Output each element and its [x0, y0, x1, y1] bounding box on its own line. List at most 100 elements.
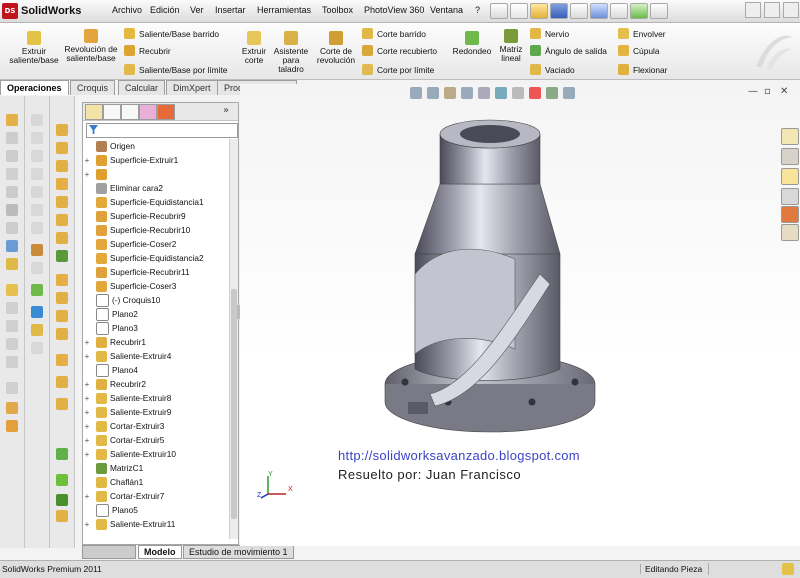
- minimize-icon[interactable]: [745, 2, 761, 18]
- tree-item[interactable]: (-) Croquis10: [83, 293, 160, 307]
- tool-icon[interactable]: [56, 250, 68, 262]
- tree-item[interactable]: + Recubrir2: [83, 377, 146, 391]
- rebuild-icon[interactable]: [630, 3, 648, 19]
- custom-properties-icon[interactable]: [781, 224, 799, 241]
- expand-icon[interactable]: +: [83, 422, 91, 431]
- open-folder-icon[interactable]: [530, 3, 548, 19]
- flex-button[interactable]: Flexionar: [618, 64, 667, 75]
- tree-item[interactable]: + Saliente-Extruir4: [83, 349, 171, 363]
- property-manager-tab-icon[interactable]: [103, 104, 121, 120]
- tool-icon[interactable]: [6, 420, 18, 432]
- tree-item[interactable]: Eliminar cara2: [83, 181, 163, 195]
- section-view-icon[interactable]: [461, 87, 473, 99]
- tree-item[interactable]: Superficie-Recubrir9: [83, 209, 186, 223]
- tree-item[interactable]: Superficie-Recubrir11: [83, 265, 190, 279]
- tool-icon[interactable]: [56, 292, 68, 304]
- extrude-boss-button[interactable]: Extruir saliente/base: [4, 31, 64, 65]
- boundary-boss-button[interactable]: Saliente/Base por límite: [124, 64, 227, 75]
- tool-icon[interactable]: [6, 222, 18, 234]
- view-orientation-icon[interactable]: [478, 87, 490, 99]
- tool-icon[interactable]: [56, 510, 68, 522]
- tool-icon[interactable]: [56, 328, 68, 340]
- tool-icon[interactable]: [6, 284, 18, 296]
- edit-appearance-icon[interactable]: [529, 87, 541, 99]
- loft-button[interactable]: Recubrir: [124, 45, 171, 56]
- linear-pattern-button[interactable]: Matriz lineal: [496, 29, 526, 63]
- expand-chevron-icon[interactable]: »: [223, 105, 229, 116]
- tool-icon[interactable]: [31, 342, 43, 354]
- apply-scene-icon[interactable]: [546, 87, 558, 99]
- tool-icon[interactable]: [31, 262, 43, 274]
- tool-icon[interactable]: [6, 338, 18, 350]
- configuration-manager-tab-icon[interactable]: [121, 104, 139, 120]
- menu-photoview[interactable]: PhotoView 360: [364, 5, 424, 15]
- restore-icon[interactable]: [764, 2, 780, 18]
- menu-edicion[interactable]: Edición: [150, 5, 180, 15]
- tree-filter-input[interactable]: [86, 123, 238, 138]
- revolve-cut-button[interactable]: Corte de revolución: [312, 31, 360, 65]
- tree-item[interactable]: + Cortar-Extruir3: [83, 419, 164, 433]
- wrap-button[interactable]: Envolver: [618, 28, 666, 39]
- expand-icon[interactable]: +: [83, 352, 91, 361]
- fillet-button[interactable]: Redondeo: [450, 31, 494, 56]
- tree-item[interactable]: + Saliente-Extruir11: [83, 517, 175, 531]
- shell-button[interactable]: Vaciado: [530, 64, 575, 75]
- tool-icon[interactable]: [6, 114, 18, 126]
- dimxpert-manager-tab-icon[interactable]: [139, 104, 157, 120]
- tree-item[interactable]: +: [83, 167, 110, 181]
- tree-item[interactable]: Superficie-Equidistancia1: [83, 195, 204, 209]
- solidworks-logo[interactable]: DS SolidWorks: [2, 2, 94, 20]
- menu-help[interactable]: ?: [475, 5, 480, 15]
- expand-icon[interactable]: +: [83, 380, 91, 389]
- tree-item[interactable]: + Superficie-Extruir1: [83, 153, 178, 167]
- tree-item[interactable]: Superficie-Recubrir10: [83, 223, 190, 237]
- tool-icon[interactable]: [56, 310, 68, 322]
- tab-croquis[interactable]: Croquis: [70, 80, 116, 95]
- menu-ventana[interactable]: Ventana: [430, 5, 463, 15]
- tree-item[interactable]: Origen: [83, 139, 135, 153]
- tab-estudio-movimiento[interactable]: Estudio de movimiento 1: [183, 545, 294, 559]
- tree-item[interactable]: Chaflán1: [83, 475, 143, 489]
- view-settings-icon[interactable]: [563, 87, 575, 99]
- tree-item[interactable]: Superficie-Coser3: [83, 279, 176, 293]
- tree-item[interactable]: + Recubrir1: [83, 335, 146, 349]
- menu-toolbox[interactable]: Toolbox: [322, 5, 353, 15]
- tree-item[interactable]: Plano3: [83, 321, 138, 335]
- tool-icon[interactable]: [31, 244, 43, 256]
- scrollbar-thumb[interactable]: [231, 289, 237, 519]
- extrude-cut-button[interactable]: Extruir corte: [238, 31, 270, 65]
- tool-icon[interactable]: [6, 258, 18, 270]
- tool-icon[interactable]: [6, 132, 18, 144]
- resources-icon[interactable]: [781, 128, 799, 145]
- tool-icon[interactable]: [31, 306, 43, 318]
- tool-icon[interactable]: [6, 402, 18, 414]
- tool-icon[interactable]: [31, 114, 43, 126]
- tree-item[interactable]: Plano2: [83, 307, 138, 321]
- pin-icon[interactable]: [490, 3, 508, 19]
- expand-icon[interactable]: +: [83, 450, 91, 459]
- tool-icon[interactable]: [56, 142, 68, 154]
- tool-icon[interactable]: [31, 132, 43, 144]
- draft-button[interactable]: Ángulo de salida: [530, 45, 607, 56]
- viewport-restore-icon[interactable]: ▫: [764, 86, 771, 97]
- expand-icon[interactable]: +: [83, 170, 91, 179]
- tab-modelo[interactable]: Modelo: [138, 545, 182, 559]
- tool-icon[interactable]: [6, 240, 18, 252]
- tree-item[interactable]: + Saliente-Extruir9: [83, 405, 171, 419]
- revolve-boss-button[interactable]: Revolución de saliente/base: [62, 29, 120, 63]
- new-document-icon[interactable]: [510, 3, 528, 19]
- tool-icon[interactable]: [56, 376, 68, 388]
- feature-tree-tab-icon[interactable]: [85, 104, 103, 120]
- tool-icon[interactable]: [56, 448, 68, 460]
- boundary-cut-button[interactable]: Corte por límite: [362, 64, 434, 75]
- tool-icon[interactable]: [56, 274, 68, 286]
- zoom-area-icon[interactable]: [427, 87, 439, 99]
- tool-icon[interactable]: [6, 302, 18, 314]
- tool-icon[interactable]: [31, 150, 43, 162]
- close-icon[interactable]: [783, 2, 799, 18]
- tool-icon[interactable]: [6, 320, 18, 332]
- expand-icon[interactable]: +: [83, 520, 91, 529]
- tree-item[interactable]: Superficie-Coser2: [83, 237, 176, 251]
- tool-icon[interactable]: [6, 186, 18, 198]
- tree-item[interactable]: + Saliente-Extruir8: [83, 391, 171, 405]
